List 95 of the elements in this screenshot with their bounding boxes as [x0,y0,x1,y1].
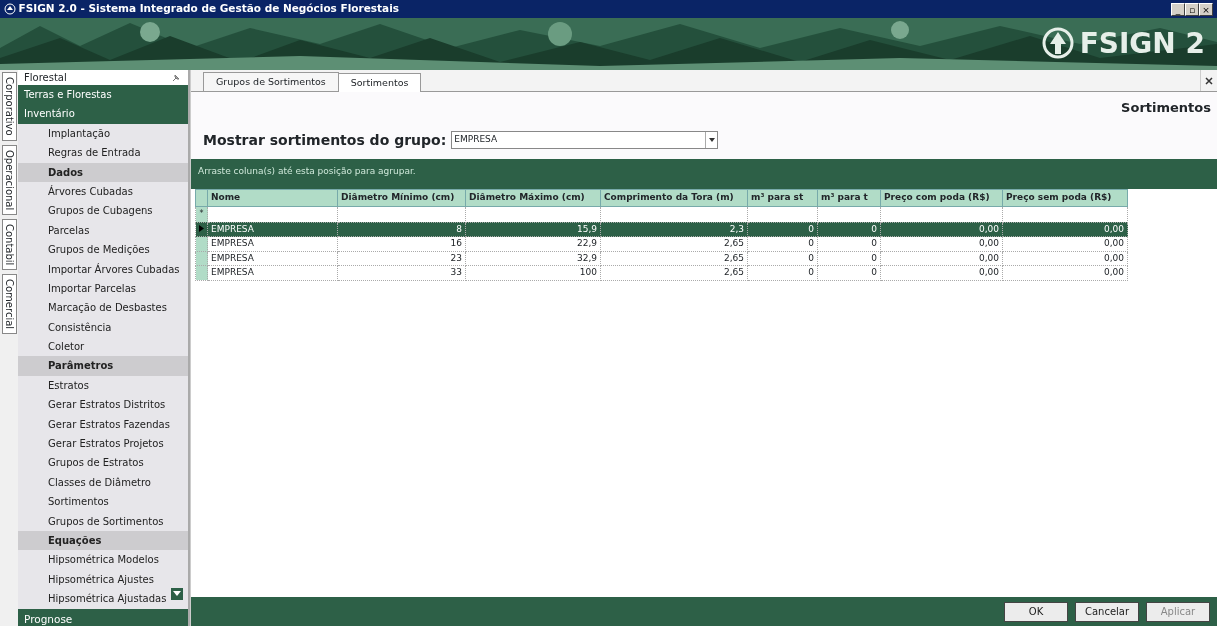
tab[interactable]: Grupos de Sortimentos [203,71,339,91]
table-cell: 0,00 [1103,223,1124,234]
minimize-button[interactable]: _ [1171,2,1185,16]
table-cell: 15,9 [576,223,597,234]
logo-text: FSIGN 2 [1079,26,1205,60]
sidebar-item[interactable]: Consistência [18,317,188,338]
table-cell: EMPRESA [211,223,254,234]
table-cell: 2,3 [729,223,744,234]
table-cell: 16 [450,238,462,248]
sidebar-item[interactable]: Gerar Estratos Fazendas [18,414,188,435]
column-header[interactable]: Preço com poda (R$) [880,189,1003,206]
sidebar-item[interactable]: Marcação de Desbastes [18,298,188,318]
table-cell: 22,9 [576,238,597,248]
sidebar-item[interactable]: Árvores Cubadas [18,181,188,202]
table-cell: 0 [808,223,814,234]
sidebar-item[interactable]: Importar Árvores Cubadas [18,259,188,279]
table-cell: 23 [450,252,462,263]
row-pointer-icon [199,225,204,233]
window-title: FSIGN 2.0 - Sistema Integrado de Gestão de Negócios Florestais [18,1,399,17]
filter-label: Mostrar sortimentos do grupo: [203,130,447,150]
side-tab[interactable]: Corporativo [1,72,17,141]
table-row[interactable]: EMPRESA 16 22,9 2,65 0 0 0,00 0,00 [195,236,1128,251]
table-cell: 0,00 [1103,267,1124,277]
sidebar-item[interactable]: Grupos de Sortimentos [18,511,188,531]
table-cell: 2,65 [723,238,744,248]
sidebar-section[interactable]: Terras e Florestas [18,85,188,105]
sidebar-item[interactable]: Gerar Estratos Projetos [18,434,188,454]
table-cell: 0 [871,238,877,248]
table-cell: 33 [450,267,462,277]
group-header: Equações [18,531,188,551]
column-header[interactable]: m³ para st [747,189,818,206]
column-header[interactable]: Preço sem poda (R$) [1002,189,1128,206]
column-header[interactable]: Nome [207,189,338,206]
table-cell: 0 [871,267,877,277]
table-cell: 0,00 [978,252,999,263]
table-cell: 2,65 [723,267,744,277]
sidebar-section[interactable]: Prognose [18,608,188,626]
table-row[interactable]: EMPRESA 8 15,9 2,3 0 0 0,00 0,00 [195,222,1128,237]
panel-title: Florestal [24,71,67,85]
group-header: Parâmetros [18,356,188,376]
close-button[interactable]: × [1199,2,1213,16]
dropdown-arrow-icon[interactable] [708,138,715,142]
table-cell: 0 [808,252,814,263]
table-cell: 8 [456,223,462,234]
table-cell: 0,00 [1103,252,1124,263]
sidebar-item[interactable]: Importar Parcelas [18,278,188,299]
side-tab[interactable]: Operacional [1,144,17,215]
table-row[interactable]: EMPRESA 33 100 2,65 0 0 0,00 0,00 [195,265,1128,280]
table-cell: 0,00 [978,238,999,248]
page-title: Sortimentos [1121,100,1211,115]
group-hint: Arraste coluna(s) até esta posição para agrupar. [198,165,416,176]
table-cell: EMPRESA [211,267,254,277]
sidebar-item[interactable]: Grupos de Medições [18,240,188,260]
logo-icon [1040,26,1075,60]
sidebar-item[interactable]: Classes de Diâmetro [18,472,188,493]
table-cell: 0 [871,223,877,234]
table-cell: 2,65 [723,252,744,263]
side-tab[interactable]: Comercial [1,274,17,335]
dialog-button[interactable]: Cancelar [1075,601,1139,622]
sidebar-item[interactable]: Grupos de Estratos [18,453,188,473]
table-cell: 0,00 [978,267,999,277]
sidebar-item[interactable]: Hipsométrica Ajustes [18,569,188,590]
sidebar-item[interactable]: Implantação [18,123,188,144]
column-header[interactable]: m³ para t [817,189,881,206]
column-header[interactable]: Diâmetro Mínimo (cm) [337,189,466,206]
sidebar-item[interactable]: Sortimentos [18,492,188,512]
sidebar-section[interactable]: Inventário [18,104,188,124]
table-cell: 0 [871,252,877,263]
sidebar-item[interactable]: Gerar Estratos Distritos [18,395,188,415]
table-cell: 0,00 [1103,238,1124,248]
table-cell: EMPRESA [211,238,254,248]
table-cell: 0 [808,238,814,248]
sidebar-item[interactable]: Parcelas [18,220,188,241]
sidebar-item[interactable]: Grupos de Cubagens [18,201,188,221]
sidebar-item[interactable]: Coletor [18,337,188,357]
dialog-button[interactable]: OK [1004,601,1068,622]
group-dropdown[interactable]: EMPRESA [451,131,719,149]
table-cell: 0 [808,267,814,277]
restore-button[interactable]: ▫ [1185,2,1199,16]
table-cell: 0,00 [978,223,999,234]
table-cell: EMPRESA [211,252,254,263]
tab[interactable]: Sortimentos [337,72,422,92]
sidebar-item[interactable]: Hipsométrica Modelos [18,550,188,570]
app-icon [4,3,16,15]
column-header[interactable]: Comprimento da Tora (m) [600,189,748,206]
sidebar-item[interactable]: Hipsométrica Ajustadas [18,589,188,609]
table-row[interactable]: EMPRESA 23 32,9 2,65 0 0 0,00 0,00 [195,251,1128,266]
column-header[interactable]: Diâmetro Máximo (cm) [465,189,601,206]
group-header: Dados [18,162,188,182]
side-tab[interactable]: Contabil [1,218,17,271]
table-cell: 32,9 [576,252,597,263]
sidebar-item[interactable]: Estratos [18,375,188,396]
scroll-down-icon[interactable] [171,588,183,600]
sidebar-item[interactable]: Regras de Entrada [18,143,188,163]
table-cell: 100 [579,267,597,277]
